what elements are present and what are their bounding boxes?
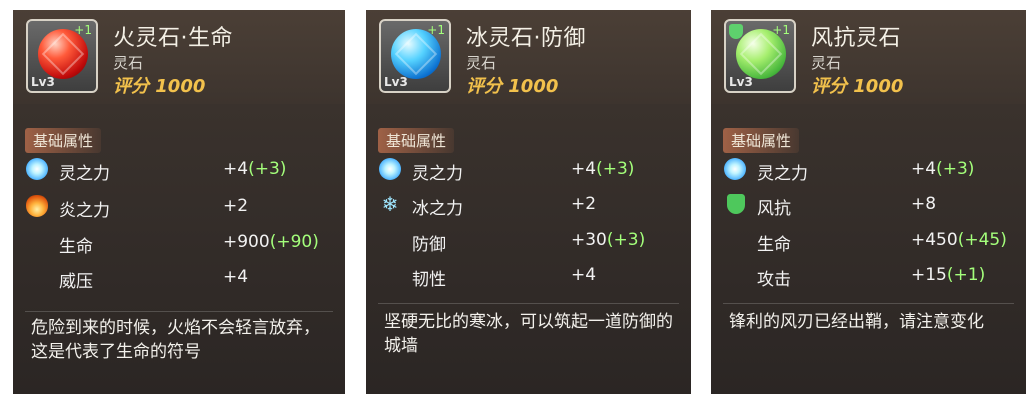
stat-value: +8 <box>911 194 937 214</box>
stat-row: 攻击 +15(+1) <box>711 264 1026 290</box>
stat-name: 灵之力 <box>59 164 110 184</box>
stat-row: 灵之力 +4(+3) <box>366 158 691 184</box>
spirit-icon <box>724 158 746 180</box>
shield-icon <box>729 24 743 39</box>
stat-name: 生命 <box>757 235 791 255</box>
item-description: 锋利的风刃已经出鞘，请注意变化 <box>729 312 984 332</box>
item-level: Lv3 <box>729 75 753 89</box>
item-tooltip-card: +1 Lv3 风抗灵石 灵石 评分 1000 基础属性 灵之力 +4(+3) 风… <box>711 10 1026 394</box>
item-description: 坚硬无比的寒冰，可以筑起一道防御的城墙 <box>384 312 673 356</box>
stat-name: 灵之力 <box>412 164 463 184</box>
item-type: 灵石 <box>113 54 144 72</box>
stat-value: +4 <box>223 267 249 287</box>
section-label: 基础属性 <box>723 128 800 153</box>
divider <box>378 303 679 304</box>
enhance-level-badge: +1 <box>772 23 790 37</box>
stat-name: 风抗 <box>757 199 791 219</box>
stat-name: 冰之力 <box>412 199 463 219</box>
stat-row: 风抗 +8 <box>711 193 1026 219</box>
item-tooltip-card: +1 Lv3 火灵石·生命 灵石 评分 1000 基础属性 灵之力 +4(+3)… <box>13 10 345 394</box>
snowflake-icon: ❄ <box>381 192 399 216</box>
item-icon-frame[interactable]: +1 Lv3 <box>26 19 98 93</box>
stat-value: +4(+3) <box>571 159 635 179</box>
item-type: 灵石 <box>466 54 497 72</box>
stat-value: +4(+3) <box>911 159 975 179</box>
item-tooltip-card: +1 Lv3 冰灵石·防御 灵石 评分 1000 基础属性 灵之力 +4(+3)… <box>366 10 691 394</box>
stat-value: +15(+1) <box>911 265 986 285</box>
card-header: +1 Lv3 冰灵石·防御 灵石 评分 1000 <box>366 10 691 104</box>
stat-value: +30(+3) <box>571 230 646 250</box>
flame-icon <box>26 195 48 217</box>
item-title: 风抗灵石 <box>811 26 902 51</box>
enhance-level-badge: +1 <box>427 23 445 37</box>
stat-name: 炎之力 <box>59 201 110 221</box>
stat-name: 防御 <box>412 235 446 255</box>
stat-row: 生命 +450(+45) <box>711 229 1026 255</box>
stat-value: +2 <box>571 194 597 214</box>
item-level: Lv3 <box>31 75 55 89</box>
divider <box>723 303 1014 304</box>
item-icon-frame[interactable]: +1 Lv3 <box>379 19 451 93</box>
card-header: +1 Lv3 火灵石·生命 灵石 评分 1000 <box>13 10 345 104</box>
item-type: 灵石 <box>811 54 842 72</box>
item-score: 评分 1000 <box>466 76 559 97</box>
stat-row: 威压 +4 <box>13 266 345 292</box>
item-description: 危险到来的时候，火焰不会轻言放弃，这是代表了生命的符号 <box>31 318 320 362</box>
stat-name: 生命 <box>59 237 93 257</box>
stat-value: +2 <box>223 196 249 216</box>
item-score: 评分 1000 <box>811 76 904 97</box>
stat-value: +4(+3) <box>223 159 287 179</box>
stat-row: 炎之力 +2 <box>13 195 345 221</box>
section-label: 基础属性 <box>378 128 455 153</box>
stat-row: 生命 +900(+90) <box>13 231 345 257</box>
stat-row: 韧性 +4 <box>366 264 691 290</box>
item-icon-frame[interactable]: +1 Lv3 <box>724 19 796 93</box>
stat-row: 灵之力 +4(+3) <box>711 158 1026 184</box>
stat-row: 灵之力 +4(+3) <box>13 158 345 184</box>
item-title: 火灵石·生命 <box>113 26 233 51</box>
item-level: Lv3 <box>384 75 408 89</box>
stat-name: 威压 <box>59 272 93 292</box>
stat-name: 韧性 <box>412 270 446 290</box>
stat-row: 防御 +30(+3) <box>366 229 691 255</box>
item-score: 评分 1000 <box>113 76 206 97</box>
stat-value: +450(+45) <box>911 230 1007 250</box>
section-label: 基础属性 <box>25 128 102 153</box>
spirit-icon <box>26 158 48 180</box>
spirit-icon <box>379 158 401 180</box>
stat-name: 攻击 <box>757 270 791 290</box>
divider <box>25 311 333 312</box>
stat-name: 灵之力 <box>757 164 808 184</box>
card-header: +1 Lv3 风抗灵石 灵石 评分 1000 <box>711 10 1026 104</box>
item-title: 冰灵石·防御 <box>466 26 586 51</box>
shield-icon <box>727 194 745 214</box>
stat-row: ❄ 冰之力 +2 <box>366 192 691 219</box>
enhance-level-badge: +1 <box>74 23 92 37</box>
stat-value: +900(+90) <box>223 232 319 252</box>
stat-value: +4 <box>571 265 597 285</box>
